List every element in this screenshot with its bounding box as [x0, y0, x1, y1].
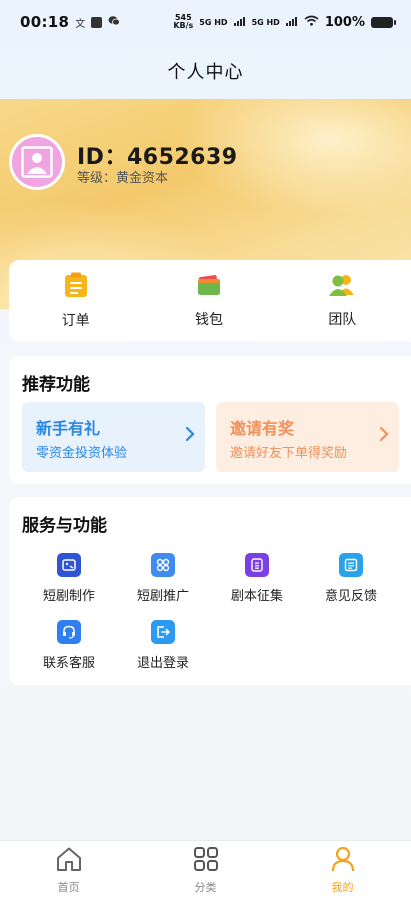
chevron-right-icon — [379, 426, 389, 446]
quick-action-team[interactable]: 团队 — [297, 273, 387, 329]
wallet-icon — [197, 273, 221, 301]
bottom-tab-bar: 首页 分类 我的 — [0, 840, 411, 900]
section-title: 推荐功能 — [22, 375, 90, 395]
quick-action-label: 钱包 — [194, 312, 223, 328]
service-label: 退出登录 — [136, 656, 189, 671]
service-label: 短剧推广 — [136, 589, 189, 604]
drama-production-icon — [57, 553, 81, 577]
quick-action-label: 团队 — [328, 312, 357, 328]
user-icon — [331, 846, 355, 876]
script-collection-icon — [245, 553, 269, 577]
tab-home[interactable]: 首页 — [29, 846, 109, 895]
notification-app-icon — [91, 16, 103, 28]
home-icon — [55, 846, 83, 876]
team-icon — [329, 273, 355, 301]
wechat-notification-icon — [108, 14, 121, 30]
recommended-section: 推荐功能 新手有礼 零资金投资体验 邀请有奖 邀请好友下单得奖励 — [9, 356, 411, 484]
services-section: 服务与功能 短剧制作 短剧推广 剧本征集 意见反馈 联系客服 退出登录 — [9, 497, 411, 685]
quick-action-wallet[interactable]: 钱包 — [164, 273, 254, 329]
status-time: 00:18 — [20, 13, 70, 31]
invite-reward-card[interactable]: 邀请有奖 邀请好友下单得奖励 — [216, 402, 399, 472]
signal-sim1: 5G HD — [199, 17, 228, 27]
service-label: 意见反馈 — [324, 589, 377, 604]
service-label: 剧本征集 — [230, 589, 283, 604]
chevron-right-icon — [185, 426, 195, 446]
service-logout[interactable]: 退出登录 — [116, 620, 210, 671]
newbie-gift-card[interactable]: 新手有礼 零资金投资体验 — [22, 402, 205, 472]
avatar-placeholder-icon — [21, 146, 53, 178]
service-customer-service[interactable]: 联系客服 — [22, 620, 116, 671]
service-feedback[interactable]: 意见反馈 — [304, 553, 398, 604]
logout-icon — [151, 620, 175, 644]
service-script-collection[interactable]: 剧本征集 — [210, 553, 304, 604]
user-level: 等级：黄金资本 — [77, 171, 169, 186]
drama-promotion-icon — [151, 553, 175, 577]
service-label: 联系客服 — [42, 656, 95, 671]
tab-label: 分类 — [194, 881, 217, 894]
input-method-indicator: 文 — [75, 18, 86, 30]
tab-label: 首页 — [57, 881, 80, 894]
quick-action-orders[interactable]: 订单 — [31, 272, 121, 330]
avatar[interactable] — [9, 134, 65, 190]
tab-category[interactable]: 分类 — [166, 846, 246, 895]
battery-icon — [371, 16, 396, 28]
section-title: 服务与功能 — [22, 516, 107, 536]
wifi-icon — [304, 15, 319, 30]
signal-sim2: 5G HD — [251, 17, 280, 27]
signal-bars-icon — [285, 15, 298, 30]
clipboard-icon — [64, 272, 88, 302]
category-grid-icon — [193, 846, 219, 876]
customer-service-icon — [57, 620, 81, 644]
rec-card-title: 邀请有奖 — [230, 419, 295, 438]
network-speed: 545 KB/s — [173, 13, 194, 30]
rec-card-subtitle: 邀请好友下单得奖励 — [230, 446, 348, 461]
service-label: 短剧制作 — [42, 589, 95, 604]
rec-card-title: 新手有礼 — [36, 419, 101, 438]
quick-action-label: 订单 — [61, 313, 90, 329]
tab-label: 我的 — [331, 881, 354, 894]
battery-percent: 100% — [324, 14, 365, 30]
tab-mine[interactable]: 我的 — [303, 846, 383, 895]
page-title: 个人中心 — [167, 62, 244, 83]
status-bar: 00:18 文 545 KB/s 5G HD 5G HD 100% — [0, 0, 411, 44]
feedback-icon — [339, 553, 363, 577]
service-drama-production[interactable]: 短剧制作 — [22, 553, 116, 604]
signal-bars-icon — [233, 15, 246, 30]
service-drama-promotion[interactable]: 短剧推广 — [116, 553, 210, 604]
rec-card-subtitle: 零资金投资体验 — [36, 446, 128, 461]
quick-actions-card: 订单 钱包 团队 — [9, 260, 411, 342]
